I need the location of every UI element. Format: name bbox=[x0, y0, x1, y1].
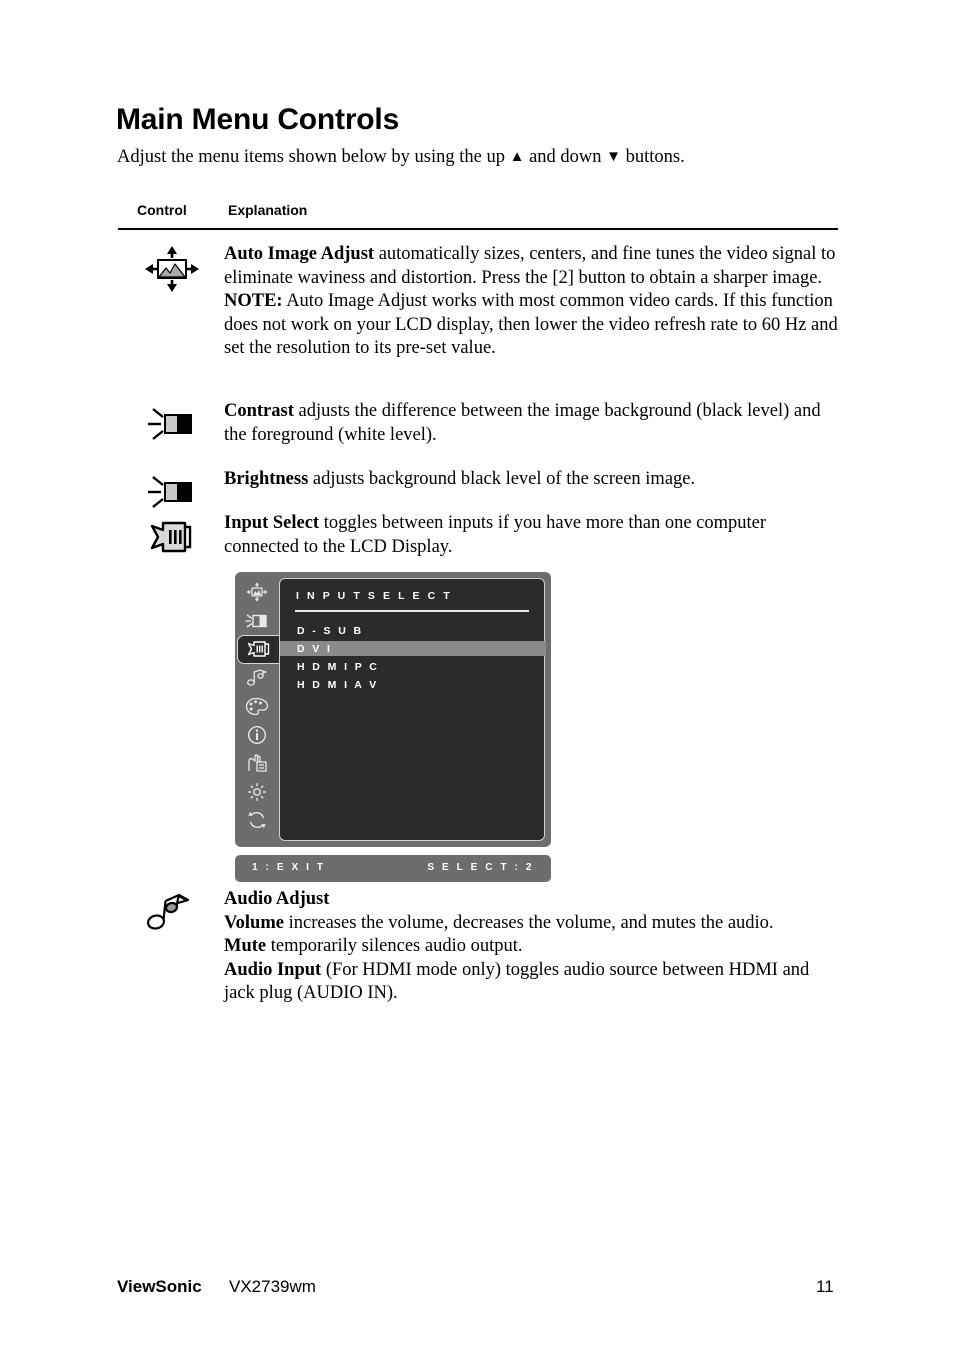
osd-sidebar-item-auto-image-adjust[interactable] bbox=[235, 578, 279, 607]
input-select-description: Input Select toggles between inputs if y… bbox=[224, 512, 844, 559]
osd-sidebar-item-setup-menu[interactable] bbox=[235, 778, 279, 807]
brightness-body: adjusts background black level of the sc… bbox=[308, 469, 696, 489]
osd-sidebar-item-input-select[interactable] bbox=[237, 635, 281, 664]
osd-menu-item-hdmi-pc[interactable]: H D M I P C bbox=[280, 659, 546, 674]
brightness-term: Brightness bbox=[224, 469, 309, 489]
osd-panel: I N P U T S E L E C T D - S U B D V I H … bbox=[235, 572, 551, 847]
audio-adjust-icon bbox=[247, 669, 268, 686]
column-header-explanation: Explanation bbox=[228, 202, 308, 218]
contrast-brightness-icon bbox=[245, 614, 267, 628]
intro-text-before: Adjust the menu items shown below by usi… bbox=[117, 147, 510, 167]
osd-select-hint[interactable]: S E L E C T : 2 bbox=[427, 862, 534, 873]
up-arrow-glyph: ▲ bbox=[509, 149, 525, 165]
osd-screenshot: I N P U T S E L E C T D - S U B D V I H … bbox=[235, 572, 551, 882]
osd-sidebar bbox=[235, 572, 281, 847]
auto-image-adjust-note-body: Auto Image Adjust works with most common… bbox=[224, 291, 838, 358]
auto-image-adjust-description: Auto Image Adjust automatically sizes, c… bbox=[224, 243, 844, 361]
header-divider-rule bbox=[118, 228, 838, 230]
brightness-icon bbox=[118, 468, 194, 514]
memory-recall-icon bbox=[248, 812, 266, 829]
manual-image-adjust-icon bbox=[248, 754, 267, 772]
audio-input-term: Audio Input bbox=[224, 959, 322, 980]
osd-sidebar-item-memory-recall[interactable] bbox=[235, 806, 279, 835]
mute-term: Mute bbox=[224, 936, 267, 956]
color-adjust-icon bbox=[245, 697, 269, 715]
osd-exit-hint[interactable]: 1 : E X I T bbox=[252, 862, 326, 873]
auto-image-adjust-icon bbox=[118, 243, 199, 293]
osd-menu-item-dvi[interactable]: D V I bbox=[280, 641, 546, 656]
contrast-body: adjusts the difference between the image… bbox=[224, 401, 821, 445]
osd-sidebar-item-information[interactable] bbox=[235, 721, 279, 750]
osd-footer-bar: 1 : E X I T S E L E C T : 2 bbox=[235, 855, 551, 882]
osd-menu-item-hdmi-av[interactable]: H D M I A V bbox=[280, 677, 546, 692]
input-select-term: Input Select bbox=[224, 513, 320, 533]
osd-title-divider bbox=[295, 610, 529, 612]
column-header-control: Control bbox=[137, 202, 187, 218]
document-page: Main Menu Controls Adjust the menu items… bbox=[0, 0, 954, 1351]
setup-menu-icon bbox=[248, 783, 266, 801]
auto-image-adjust-note-label: NOTE: bbox=[224, 291, 283, 311]
osd-screen: I N P U T S E L E C T D - S U B D V I H … bbox=[279, 578, 546, 841]
footer-page-number: 11 bbox=[816, 1277, 834, 1296]
intro-text-middle: and down bbox=[524, 147, 607, 167]
osd-sidebar-item-color-adjust[interactable] bbox=[235, 692, 279, 721]
mute-body: temporarily silences audio output. bbox=[266, 936, 523, 956]
osd-sidebar-item-manual-image-adjust[interactable] bbox=[235, 749, 279, 778]
page-title: Main Menu Controls bbox=[116, 103, 400, 136]
contrast-icon bbox=[118, 400, 194, 446]
volume-term: Volume bbox=[224, 912, 284, 933]
input-select-icon bbox=[118, 512, 194, 560]
osd-sidebar-item-audio-adjust[interactable] bbox=[235, 664, 279, 693]
volume-body: increases the volume, decreases the volu… bbox=[283, 912, 774, 933]
auto-image-adjust-term: Auto Image Adjust bbox=[224, 244, 375, 264]
osd-sidebar-item-contrast-brightness[interactable] bbox=[235, 607, 279, 636]
contrast-description: Contrast adjusts the difference between … bbox=[224, 400, 844, 447]
auto-image-adjust-icon bbox=[246, 582, 268, 602]
osd-menu-item-d-sub[interactable]: D - S U B bbox=[280, 623, 546, 638]
down-arrow-glyph: ▼ bbox=[606, 149, 622, 165]
footer-model: VX2739wm bbox=[229, 1277, 316, 1296]
audio-adjust-description: Audio Adjust Volume increases the volume… bbox=[224, 888, 844, 1006]
information-icon bbox=[247, 725, 267, 744]
intro-text: Adjust the menu items shown below by usi… bbox=[117, 147, 685, 168]
input-select-icon bbox=[247, 641, 269, 657]
osd-menu-title: I N P U T S E L E C T bbox=[296, 590, 453, 602]
contrast-term: Contrast bbox=[224, 401, 294, 421]
audio-adjust-heading: Audio Adjust bbox=[224, 889, 330, 909]
audio-adjust-icon bbox=[118, 888, 194, 940]
footer-brand: ViewSonic bbox=[117, 1277, 202, 1296]
brightness-description: Brightness adjusts background black leve… bbox=[224, 468, 844, 492]
intro-text-after: buttons. bbox=[621, 147, 685, 167]
